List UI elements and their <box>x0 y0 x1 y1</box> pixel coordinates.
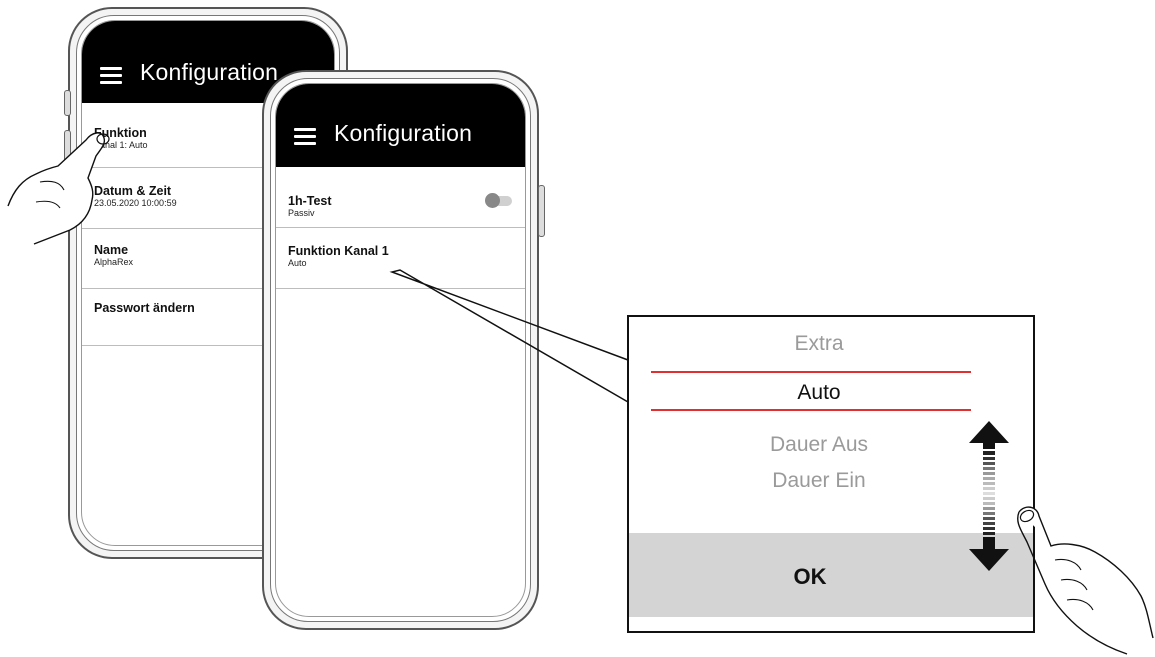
hand-pointer-icon <box>7 132 110 245</box>
picker-option-dauer-aus[interactable]: Dauer Aus <box>629 433 1009 457</box>
picker-option-auto[interactable]: Auto <box>629 381 1009 405</box>
hand-pointer-icon <box>1017 506 1154 655</box>
picker-dialog: Extra Auto Dauer Aus Dauer Ein OK <box>627 315 1035 633</box>
selection-line-top <box>651 371 971 373</box>
selection-line-bottom <box>651 409 971 411</box>
ok-button[interactable]: OK <box>629 564 991 590</box>
picker-option-dauer-ein[interactable]: Dauer Ein <box>629 469 1009 493</box>
picker-option-extra[interactable]: Extra <box>629 332 1009 356</box>
